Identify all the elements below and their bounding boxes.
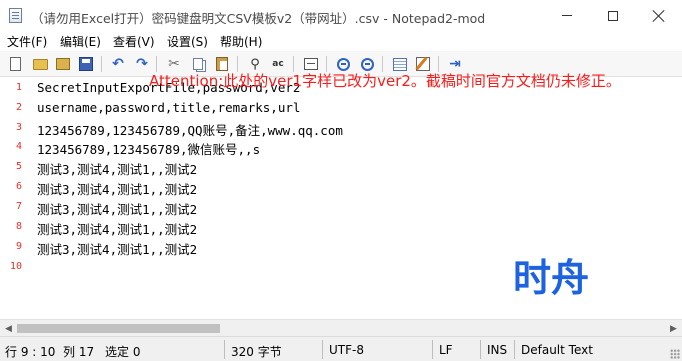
minimize-icon [562,15,572,16]
editor-line: 测试3,测试4,测试1,,测试2 [37,162,198,177]
status-divider [224,340,225,359]
status-divider [480,340,481,359]
replace-icon: ac [272,58,284,69]
status-selection: 选定 0 [105,345,141,359]
open-button[interactable] [31,55,49,73]
cut-icon: ✂ [168,56,180,72]
scroll-right-button[interactable]: ▶ [665,320,682,337]
line-number: 4 [15,141,22,152]
paste-icon [216,57,228,71]
undo-icon: ↶ [112,56,124,72]
line-number: 6 [15,181,22,192]
color-scheme-icon [393,57,407,71]
menu-settings[interactable]: 设置(S) [167,33,208,50]
maximize-button[interactable] [590,0,636,31]
save-button[interactable] [77,55,95,73]
status-bar: 行 9 : 10 列 17 选定 0 320 字节 UTF-8 LF INS D… [0,336,682,361]
menu-help[interactable]: 帮助(H) [220,33,262,50]
undo-button[interactable]: ↶ [109,55,127,73]
window-title: （请勿用Excel打开）密码键盘明文CSV模板v2（带网址）.csv - Not… [31,11,486,26]
menu-file[interactable]: 文件(F) [7,33,47,50]
editor-line: 测试3,测试4,测试1,,测试2 [37,242,198,257]
editor-line: 123456789,123456789,微信账号,,s [37,142,261,157]
line-number: 9 [15,241,22,252]
menu-bar: 文件(F) 编辑(E) 查看(V) 设置(S) 帮助(H) [0,31,682,51]
exit-icon: ⇥ [449,56,461,72]
status-divider [514,340,515,359]
status-column: 列 17 [63,345,95,359]
scroll-left-button[interactable]: ◀ [0,320,17,337]
redo-icon: ↷ [136,56,148,72]
title-bar: （请勿用Excel打开）密码键盘明文CSV模板v2（带网址）.csv - Not… [0,0,682,31]
resize-grip[interactable] [670,349,680,359]
new-file-icon [9,57,21,71]
line-number: 10 [9,261,22,272]
browse-button[interactable] [54,55,72,73]
menu-edit[interactable]: 编辑(E) [60,33,101,50]
line-number: 2 [15,102,22,113]
status-position: 行 9 : 10 [5,345,56,359]
status-encoding[interactable]: UTF-8 [329,343,364,357]
line-number: 7 [15,201,22,212]
scroll-left-icon: ◀ [5,323,12,334]
editor-line: username,password,title,remarks,url [37,100,301,115]
line-number: 5 [15,161,22,172]
status-divider [432,340,433,359]
word-wrap-icon [304,58,318,70]
close-button[interactable] [636,0,682,31]
attention-annotation: Attention:此处的ver1字样已改为ver2。截稿时间官方文档仍未修正。 [149,72,621,90]
close-icon [653,10,665,22]
status-divider [322,340,323,359]
maximize-icon [608,10,618,21]
zoom-in-icon [336,57,350,71]
scrollbar-track[interactable] [17,320,665,337]
find-icon: ⚲ [250,56,260,72]
save-icon [79,57,93,71]
copy-icon [193,58,203,70]
status-line-ending[interactable]: LF [439,343,453,357]
editor-area[interactable]: 1 2 3 4 5 6 7 8 9 10 SecretInputExportFi… [0,77,682,319]
editor-line: 测试3,测试4,测试1,,测试2 [37,182,198,197]
line-number-gutter: 1 2 3 4 5 6 7 8 9 10 [0,77,30,319]
scroll-right-icon: ▶ [670,323,677,334]
horizontal-scrollbar[interactable]: ◀ ▶ [0,319,682,336]
status-scheme[interactable]: Default Text [521,343,593,357]
minimize-button[interactable] [544,0,590,31]
browse-icon [56,58,70,70]
watermark-text: 时舟 [513,256,590,300]
status-insert-mode[interactable]: INS [487,343,507,357]
status-size: 320 字节 [231,345,282,359]
notepad-app-icon [9,8,22,23]
editor-line: 测试3,测试4,测试1,,测试2 [37,222,198,237]
line-number: 3 [15,122,22,133]
line-number: 8 [15,221,22,232]
editor-line: 123456789,123456789,QQ账号,备注,www.qq.com [37,123,343,138]
open-folder-icon [32,58,48,70]
zoom-out-icon [360,57,374,71]
new-file-button[interactable] [6,55,24,73]
scrollbar-thumb[interactable] [17,324,220,333]
line-number: 1 [15,82,22,93]
menu-view[interactable]: 查看(V) [113,33,155,50]
customize-icon [416,57,430,71]
editor-line: 测试3,测试4,测试1,,测试2 [37,202,198,217]
toolbar-separator [101,56,102,72]
